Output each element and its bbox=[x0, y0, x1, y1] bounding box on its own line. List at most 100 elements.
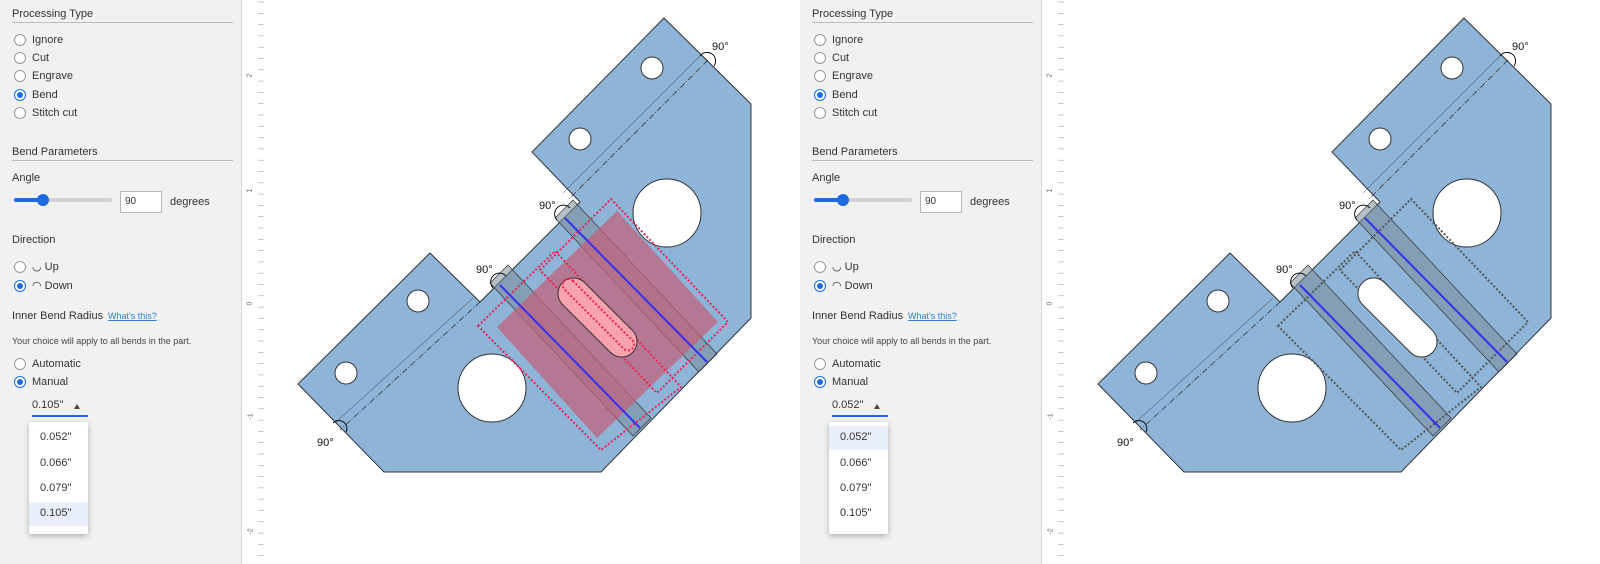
dropdown-option[interactable]: 0.052" bbox=[29, 426, 88, 450]
ruler-label: -2 bbox=[247, 528, 255, 535]
radio-stitch-cut[interactable] bbox=[14, 107, 26, 119]
radio-label-engrave: Engrave bbox=[32, 70, 73, 82]
radio-bend[interactable] bbox=[14, 89, 26, 101]
hole[interactable] bbox=[640, 56, 664, 80]
hole[interactable] bbox=[1206, 289, 1230, 313]
radio-bend[interactable] bbox=[814, 89, 826, 101]
bend-angle-label: 90° bbox=[539, 200, 556, 212]
radio-ignore[interactable] bbox=[14, 34, 26, 46]
dropdown-option-selected[interactable]: 0.052" bbox=[829, 426, 888, 450]
hole[interactable] bbox=[1257, 353, 1327, 423]
direction-label: Direction bbox=[12, 234, 56, 246]
ruler-label: -2 bbox=[1047, 528, 1055, 535]
dropdown-option-selected[interactable]: 0.105" bbox=[29, 502, 88, 526]
radio-label-bend: Bend bbox=[832, 89, 858, 101]
radio-label-manual: Manual bbox=[832, 376, 869, 388]
inner-bend-radius-label: Inner Bend Radius bbox=[812, 310, 904, 322]
angle-input[interactable]: 90 bbox=[120, 191, 162, 213]
radio-direction-up[interactable] bbox=[814, 261, 826, 273]
bend-angle-label: 90° bbox=[1117, 437, 1134, 449]
angle-slider-thumb[interactable] bbox=[37, 194, 49, 206]
radio-label-automatic: Automatic bbox=[32, 358, 81, 370]
hole[interactable] bbox=[334, 361, 358, 385]
dropdown-option[interactable]: 0.079" bbox=[29, 477, 88, 501]
radius-note: Your choice will apply to all bends in t… bbox=[812, 336, 992, 346]
ruler-label: 0 bbox=[1046, 301, 1054, 306]
radio-automatic[interactable] bbox=[14, 358, 26, 370]
properties-panel: Processing Type Ignore Cut Engrave Bend … bbox=[800, 0, 1042, 564]
bend-angle-label: 90° bbox=[1339, 200, 1356, 212]
radio-label-ignore: Ignore bbox=[32, 34, 64, 46]
radius-note: Your choice will apply to all bends in t… bbox=[12, 336, 192, 346]
bend-parameters-title: Bend Parameters bbox=[12, 146, 98, 158]
radio-engrave[interactable] bbox=[814, 70, 826, 82]
divider bbox=[812, 160, 1033, 161]
ruler-label: -1 bbox=[247, 413, 255, 420]
direction-label: Direction bbox=[812, 234, 856, 246]
divider bbox=[812, 22, 1033, 23]
dropdown-option[interactable]: 0.066" bbox=[29, 452, 88, 476]
hole[interactable] bbox=[457, 353, 527, 423]
radio-cut[interactable] bbox=[14, 52, 26, 64]
hole[interactable] bbox=[406, 289, 430, 313]
hole[interactable] bbox=[1368, 127, 1392, 151]
angle-input[interactable]: 90 bbox=[920, 191, 962, 213]
part-canvas[interactable]: 90° 90° 90° 90° bbox=[264, 0, 800, 564]
radio-manual[interactable] bbox=[814, 376, 826, 388]
hole[interactable] bbox=[632, 178, 702, 248]
bend-parameters-title: Bend Parameters bbox=[812, 146, 898, 158]
angle-slider-thumb[interactable] bbox=[837, 194, 849, 206]
properties-panel: Processing Type Ignore Cut Engrave Bend … bbox=[0, 0, 242, 564]
ruler-ticks bbox=[258, 1, 264, 557]
dropdown-option[interactable]: 0.066" bbox=[829, 452, 888, 476]
radio-cut[interactable] bbox=[814, 52, 826, 64]
radius-dropdown-menu: 0.052" 0.066" 0.079" 0.105" bbox=[29, 422, 88, 534]
radio-direction-down[interactable] bbox=[14, 280, 26, 292]
radius-dropdown-menu: 0.052" 0.066" 0.079" 0.105" bbox=[829, 422, 888, 534]
hole[interactable] bbox=[568, 127, 592, 151]
radio-label-automatic: Automatic bbox=[832, 358, 881, 370]
hole[interactable] bbox=[1432, 178, 1502, 248]
radio-stitch-cut[interactable] bbox=[814, 107, 826, 119]
radio-direction-up[interactable] bbox=[14, 261, 26, 273]
ruler-label: 0 bbox=[246, 301, 254, 306]
sheet-metal-part[interactable] bbox=[297, 17, 752, 473]
part-drawing[interactable] bbox=[264, 0, 800, 564]
radio-engrave[interactable] bbox=[14, 70, 26, 82]
radio-label-up: ◡ Up bbox=[32, 261, 59, 273]
radio-automatic[interactable] bbox=[814, 358, 826, 370]
radio-label-stitch-cut: Stitch cut bbox=[832, 107, 878, 119]
divider bbox=[12, 160, 233, 161]
radio-label-cut: Cut bbox=[832, 52, 850, 64]
hole[interactable] bbox=[1134, 361, 1158, 385]
vertical-ruler: 2 1 0 -1 -2 bbox=[242, 0, 264, 564]
dropdown-option[interactable]: 0.079" bbox=[829, 477, 888, 501]
ruler-label: 2 bbox=[1046, 73, 1054, 78]
radio-label-down: ◠ Down bbox=[832, 280, 873, 292]
radio-ignore[interactable] bbox=[814, 34, 826, 46]
part-drawing[interactable] bbox=[1064, 0, 1600, 564]
radio-label-engrave: Engrave bbox=[832, 70, 873, 82]
bend-angle-label: 90° bbox=[1512, 41, 1529, 53]
chevron-up-icon[interactable] bbox=[74, 404, 80, 409]
dropdown-option[interactable]: 0.105" bbox=[829, 502, 888, 526]
radio-label-manual: Manual bbox=[32, 376, 69, 388]
angle-slider[interactable] bbox=[14, 194, 112, 206]
angle-slider[interactable] bbox=[814, 194, 912, 206]
ruler-label: -1 bbox=[1047, 413, 1055, 420]
radio-label-bend: Bend bbox=[32, 89, 58, 101]
whats-this-link[interactable]: What's this? bbox=[908, 311, 957, 321]
whats-this-link[interactable]: What's this? bbox=[108, 311, 157, 321]
radio-direction-down[interactable] bbox=[814, 280, 826, 292]
processing-type-title: Processing Type bbox=[812, 8, 894, 20]
hole[interactable] bbox=[1440, 56, 1464, 80]
angle-unit: degrees bbox=[970, 196, 1010, 208]
radio-manual[interactable] bbox=[14, 376, 26, 388]
part-canvas[interactable]: 90° 90° 90° 90° bbox=[1064, 0, 1600, 564]
radio-label-stitch-cut: Stitch cut bbox=[32, 107, 78, 119]
sheet-metal-part[interactable] bbox=[1097, 17, 1552, 473]
chevron-up-icon[interactable] bbox=[874, 404, 880, 409]
radio-label-ignore: Ignore bbox=[832, 34, 864, 46]
bend-angle-label: 90° bbox=[476, 264, 493, 276]
angle-unit: degrees bbox=[170, 196, 210, 208]
